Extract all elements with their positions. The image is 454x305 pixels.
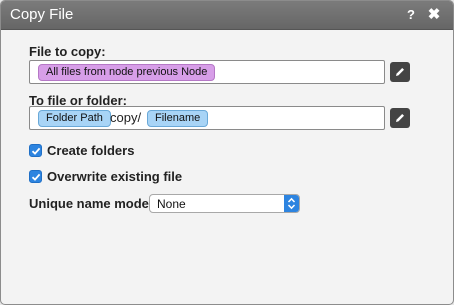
close-button[interactable]: ✖ bbox=[427, 7, 441, 23]
overwrite-checkbox[interactable] bbox=[29, 170, 42, 183]
titlebar[interactable]: Copy File ? ✖ bbox=[1, 1, 453, 30]
updown-arrows-icon bbox=[284, 195, 299, 212]
unique-name-mode-label: Unique name mode: bbox=[29, 196, 154, 211]
unique-name-mode-select[interactable]: None bbox=[149, 194, 300, 213]
folder-path-token[interactable]: Folder Path bbox=[38, 110, 111, 127]
destination-field[interactable]: Folder Path copy/ Filename bbox=[29, 106, 385, 130]
destination-edit-button[interactable] bbox=[390, 108, 410, 128]
overwrite-label[interactable]: Overwrite existing file bbox=[47, 169, 182, 184]
create-folders-checkbox[interactable] bbox=[29, 144, 42, 157]
checkmark-icon bbox=[31, 173, 41, 181]
pencil-icon bbox=[396, 68, 404, 76]
file-to-copy-edit-button[interactable] bbox=[390, 62, 410, 82]
destination-separator-text: copy/ bbox=[110, 110, 142, 125]
pencil-icon bbox=[396, 114, 404, 122]
file-to-copy-label: File to copy: bbox=[29, 44, 106, 59]
dialog-title: Copy File bbox=[10, 6, 74, 23]
checkmark-icon bbox=[31, 147, 41, 155]
help-button[interactable]: ? bbox=[404, 7, 418, 23]
unique-name-mode-value: None bbox=[157, 197, 186, 211]
create-folders-label[interactable]: Create folders bbox=[47, 143, 134, 158]
file-to-copy-field[interactable]: All files from node previous Node bbox=[29, 60, 385, 84]
copy-file-dialog: Copy File ? ✖ File to copy: All files fr… bbox=[0, 0, 454, 305]
source-files-token[interactable]: All files from node previous Node bbox=[38, 64, 216, 81]
filename-token[interactable]: Filename bbox=[147, 110, 209, 127]
